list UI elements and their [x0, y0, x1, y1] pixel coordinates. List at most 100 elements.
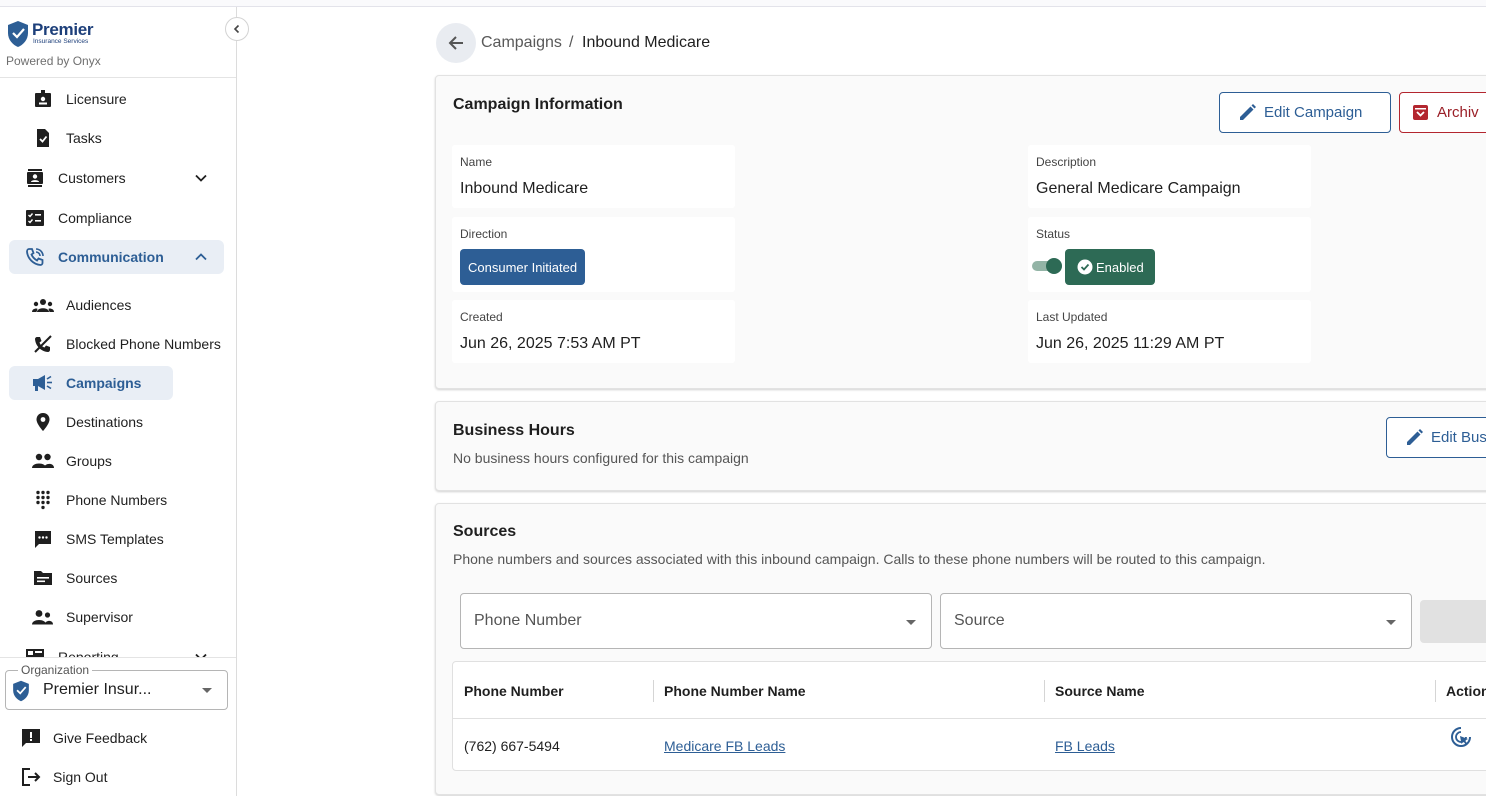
sidebar-item-communication[interactable]: Communication	[9, 240, 224, 274]
created-value: Jun 26, 2025 7:53 AM PT	[460, 335, 641, 352]
sidebar-item-blocked-phone-numbers[interactable]: Blocked Phone Numbers	[24, 327, 221, 361]
breadcrumb-campaigns-link[interactable]: Campaigns	[481, 34, 562, 52]
edit-campaign-button[interactable]: Edit Campaign	[1219, 92, 1391, 133]
column-divider	[1044, 680, 1045, 702]
edit-campaign-label: Edit Campaign	[1264, 104, 1363, 121]
caret-down-icon	[202, 688, 212, 693]
sms-icon	[32, 528, 54, 550]
caret-down-icon	[906, 620, 916, 625]
sidebar-item-label: Sources	[66, 570, 118, 586]
source-select[interactable]: Source	[940, 593, 1412, 649]
supervisor-icon	[32, 606, 54, 628]
give-feedback-label: Give Feedback	[53, 730, 148, 746]
top-edge	[0, 0, 1486, 7]
sidebar-divider	[0, 657, 236, 658]
chevron-up-icon	[195, 253, 207, 261]
phone-number-select[interactable]: Phone Number	[460, 593, 932, 649]
sources-table: Phone Number Phone Number Name Source Na…	[452, 661, 1486, 771]
direction-badge: Consumer Initiated	[460, 249, 586, 285]
arrow-left-icon	[448, 36, 463, 50]
sidebar-item-groups[interactable]: Groups	[24, 444, 112, 478]
sign-out-button[interactable]: Sign Out	[20, 767, 107, 787]
pencil-icon	[1239, 104, 1256, 121]
megaphone-icon	[32, 372, 54, 394]
phone-number-name-link[interactable]: Medicare FB Leads	[664, 738, 785, 754]
name-field: Name Inbound Medicare	[452, 145, 735, 208]
sidebar-item-label: Destinations	[66, 414, 144, 430]
sidebar-item-label: Groups	[66, 453, 112, 469]
pencil-icon	[1406, 429, 1423, 446]
organization-select[interactable]: Organization Premier Insur...	[5, 663, 228, 710]
phone-call-icon	[24, 246, 46, 268]
sidebar-item-supervisor[interactable]: Supervisor	[24, 600, 133, 634]
sidebar-item-label: Reporting	[58, 649, 119, 657]
add-source-button[interactable]	[1420, 600, 1486, 643]
cell-phone-number: (762) 667-5494	[464, 738, 560, 754]
breadcrumb-separator: /	[569, 34, 574, 51]
column-header-phone-number-name: Phone Number Name	[664, 683, 806, 699]
organization-label: Organization	[18, 663, 93, 677]
column-divider	[1435, 680, 1436, 702]
archive-campaign-button[interactable]: Archiv	[1399, 92, 1486, 133]
sidebar-nav: Licensure Tasks Customers Compliance Com…	[0, 79, 236, 657]
description-label: Description	[1036, 155, 1097, 169]
sidebar-item-licensure[interactable]: Licensure	[24, 82, 127, 116]
sign-out-label: Sign Out	[53, 769, 108, 785]
last-updated-label: Last Updated	[1036, 310, 1108, 324]
brand-area: Premier Insurance Services Powered by On…	[0, 7, 236, 78]
edit-business-hours-button[interactable]: Edit Bus	[1386, 417, 1486, 458]
sidebar-item-audiences[interactable]: Audiences	[24, 288, 131, 322]
business-hours-empty-text: No business hours configured for this ca…	[453, 450, 749, 466]
contacts-icon	[24, 167, 46, 189]
archive-icon	[1412, 104, 1429, 121]
powered-by: Powered by Onyx	[6, 54, 101, 68]
description-value: General Medicare Campaign	[1036, 180, 1241, 197]
people-icon	[32, 450, 54, 472]
status-badge: Enabled	[1065, 249, 1155, 285]
id-badge-icon	[32, 88, 54, 110]
location-pin-icon	[32, 411, 54, 433]
last-updated-value: Jun 26, 2025 11:29 AM PT	[1036, 335, 1225, 352]
breadcrumb-current: Inbound Medicare	[582, 34, 711, 51]
sidebar-item-customers[interactable]: Customers	[16, 161, 224, 195]
sidebar-item-phone-numbers[interactable]: Phone Numbers	[24, 483, 167, 517]
source-name-link[interactable]: FB Leads	[1055, 738, 1115, 754]
shield-logo-icon	[8, 21, 28, 47]
source-folder-icon	[32, 567, 54, 589]
sources-description: Phone numbers and sources associated wit…	[453, 551, 1266, 567]
organization-value: Premier Insur...	[43, 681, 152, 698]
sidebar-item-label: Phone Numbers	[66, 492, 168, 508]
created-field: Created Jun 26, 2025 7:53 AM PT	[452, 300, 735, 363]
sidebar-item-label: Tasks	[66, 130, 102, 146]
phone-disabled-icon	[32, 333, 54, 355]
status-value: Enabled	[1096, 259, 1144, 275]
back-button[interactable]	[436, 23, 476, 63]
sidebar-item-compliance[interactable]: Compliance	[16, 201, 224, 235]
sidebar-item-label: SMS Templates	[66, 531, 164, 547]
brand-subtitle: Insurance Services	[33, 38, 89, 45]
sidebar-item-tasks[interactable]: Tasks	[24, 121, 102, 155]
sidebar-item-destinations[interactable]: Destinations	[24, 405, 143, 439]
reporting-icon	[24, 646, 46, 657]
chevron-down-icon	[195, 653, 207, 657]
status-toggle[interactable]	[1032, 258, 1062, 274]
phone-number-placeholder: Phone Number	[474, 612, 582, 629]
remove-source-icon[interactable]	[1450, 726, 1472, 753]
sidebar-item-label: Licensure	[66, 91, 127, 107]
business-hours-title: Business Hours	[453, 422, 575, 439]
sidebar-item-campaigns[interactable]: Campaigns	[9, 366, 173, 400]
sidebar-item-sms-templates[interactable]: SMS Templates	[24, 522, 164, 556]
groups-icon	[32, 294, 54, 316]
give-feedback-button[interactable]: Give Feedback	[20, 728, 147, 748]
sidebar-item-sources[interactable]: Sources	[24, 561, 117, 595]
sidebar-item-label: Blocked Phone Numbers	[66, 336, 221, 352]
sidebar-item-label: Audiences	[66, 297, 132, 313]
name-value: Inbound Medicare	[460, 180, 589, 197]
shield-logo-icon	[13, 680, 29, 702]
column-header-phone-number: Phone Number	[464, 683, 564, 699]
brand-name: Premier	[32, 20, 94, 39]
sidebar-item-reporting[interactable]: Reporting	[16, 640, 224, 657]
sidebar-item-label: Campaigns	[66, 375, 142, 391]
sidebar-item-label: Supervisor	[66, 609, 133, 625]
collapse-sidebar-button[interactable]	[225, 17, 249, 41]
